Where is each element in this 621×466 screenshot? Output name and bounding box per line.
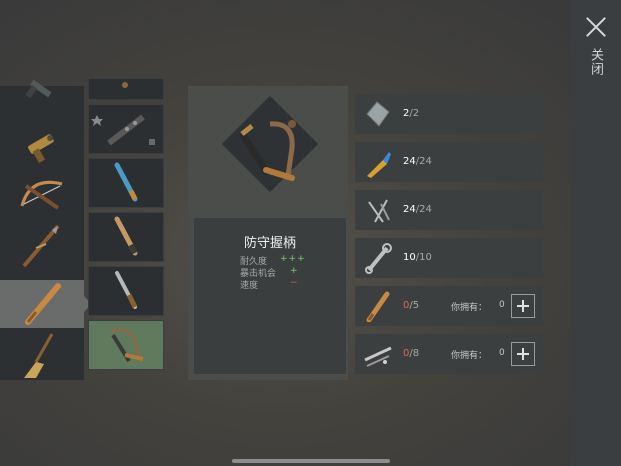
owned-label: 你拥有： [451, 303, 488, 313]
material-total: /5 [409, 300, 420, 311]
baseball-bat-icon [25, 283, 61, 325]
pistol-icon [25, 79, 52, 99]
close-label[interactable]: 关闭 [586, 48, 605, 76]
material-row-nails: 24/24 [355, 190, 543, 230]
blue-handle-icon [114, 162, 138, 202]
item-list [88, 78, 166, 380]
item-name: 防守握柄 [243, 236, 296, 251]
pipe-parts-icon [364, 346, 392, 367]
stat-label: 速度 [240, 281, 259, 291]
material-row-pipe-parts: 0/8 你拥有： 0 [355, 334, 543, 374]
weapon-slot-flare-gun[interactable] [0, 120, 84, 168]
weapon-slot-crossbow[interactable] [0, 170, 84, 218]
material-total: /24 [415, 204, 432, 215]
item-card-blue-handle[interactable] [88, 158, 164, 208]
owned-value: 0 [499, 300, 505, 310]
material-have: 24 [403, 204, 416, 215]
glue-icon [367, 152, 391, 178]
material-row-wrench: 10/10 [355, 238, 543, 278]
material-have: 24 [403, 156, 416, 167]
weapon-slot-spear[interactable] [0, 222, 84, 270]
add-baseball-bat-button[interactable] [511, 294, 535, 318]
item-card-spiked-club[interactable] [88, 104, 164, 154]
owned-value: 0 [499, 348, 505, 358]
lock-icon [149, 139, 155, 145]
crossbow-icon [20, 180, 63, 210]
partial-item-icon [122, 82, 128, 88]
weapon-slot-baseball-bat[interactable] [0, 280, 84, 328]
item-card-wooden-handle[interactable] [88, 212, 164, 262]
item-preview [221, 95, 319, 193]
close-icon[interactable] [585, 16, 607, 38]
wrench-icon [365, 243, 392, 274]
owned-label: 你拥有： [451, 351, 488, 361]
item-card-metal-handle[interactable] [88, 266, 164, 316]
guard-grip-icon [239, 120, 296, 181]
item-card-guard-grip[interactable] [88, 320, 164, 370]
stat-speed: 速度 − [240, 278, 298, 291]
material-row-baseball-bat: 0/5 你拥有： 0 [355, 286, 543, 326]
broom-icon [24, 333, 54, 378]
guard-grip-icon [110, 328, 144, 363]
material-have: 10 [403, 252, 416, 263]
item-info: 防守握柄 耐久度 +++ 暴击机会 + 速度 − [194, 218, 346, 374]
stat-value: +++ [280, 254, 306, 264]
wooden-handle-icon [114, 216, 138, 256]
material-total: /8 [409, 348, 420, 359]
weapon-slot-broom[interactable] [0, 332, 84, 380]
material-total: /10 [415, 252, 432, 263]
material-row-metal-sheet: 2/2 [355, 94, 543, 134]
weapon-list [0, 79, 84, 380]
material-total: /2 [409, 108, 420, 119]
home-indicator [232, 459, 390, 463]
flare-gun-icon [28, 134, 54, 163]
spiked-club-icon [91, 114, 155, 146]
material-total: /24 [415, 156, 432, 167]
material-row-glue: 24/24 [355, 142, 543, 182]
weapon-slot-pistol[interactable] [0, 78, 84, 126]
add-pipe-parts-button[interactable] [511, 342, 535, 366]
stat-value: − [290, 278, 299, 288]
nails-icon [368, 199, 390, 223]
metal-sheet-icon [366, 101, 390, 127]
item-card-partial[interactable] [88, 78, 164, 100]
metal-handle-icon [115, 271, 138, 309]
baseball-bat-icon [366, 291, 390, 322]
stat-value: + [290, 266, 299, 276]
spear-icon [22, 224, 60, 268]
